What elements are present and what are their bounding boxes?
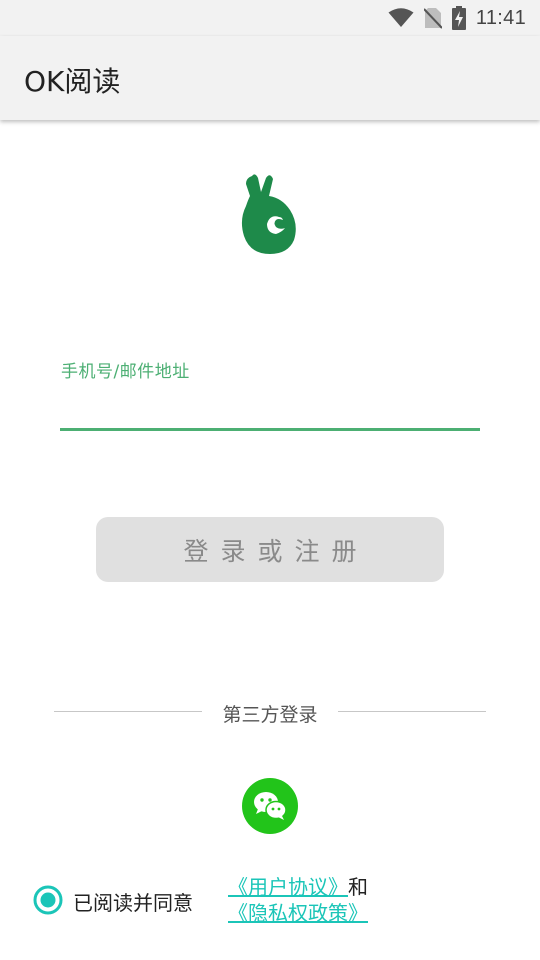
agreement-prefix: 已阅读并同意 bbox=[73, 891, 193, 915]
app-bar: OK阅读 bbox=[0, 36, 540, 120]
phone-email-label: 手机号/邮件地址 bbox=[61, 362, 190, 382]
wechat-login-button[interactable] bbox=[242, 778, 298, 834]
battery-charging-icon bbox=[451, 6, 466, 30]
app-title: OK阅读 bbox=[24, 65, 121, 98]
status-icons: 11:41 bbox=[388, 5, 526, 31]
status-bar: 11:41 bbox=[0, 0, 540, 36]
wifi-icon bbox=[388, 8, 414, 27]
agreement-radio[interactable] bbox=[33, 885, 63, 915]
agreement-conjunction: 和 bbox=[348, 875, 368, 899]
login-register-button[interactable]: 登录或注册 bbox=[96, 517, 444, 582]
privacy-policy-link[interactable]: 《隐私权政策》 bbox=[228, 901, 368, 925]
divider-left bbox=[54, 711, 202, 712]
wechat-icon bbox=[254, 792, 287, 820]
no-sim-icon bbox=[423, 8, 442, 29]
user-agreement-link[interactable]: 《用户协议》 bbox=[228, 875, 348, 899]
divider-right bbox=[338, 711, 486, 712]
agreement-links: 《用户协议》和《隐私权政策》 bbox=[228, 874, 498, 926]
status-time: 11:41 bbox=[475, 6, 526, 29]
third-party-login-label: 第三方登录 bbox=[222, 704, 318, 726]
input-underline bbox=[60, 428, 480, 431]
ok-hand-logo bbox=[241, 174, 296, 254]
phone-email-input[interactable] bbox=[60, 386, 484, 428]
